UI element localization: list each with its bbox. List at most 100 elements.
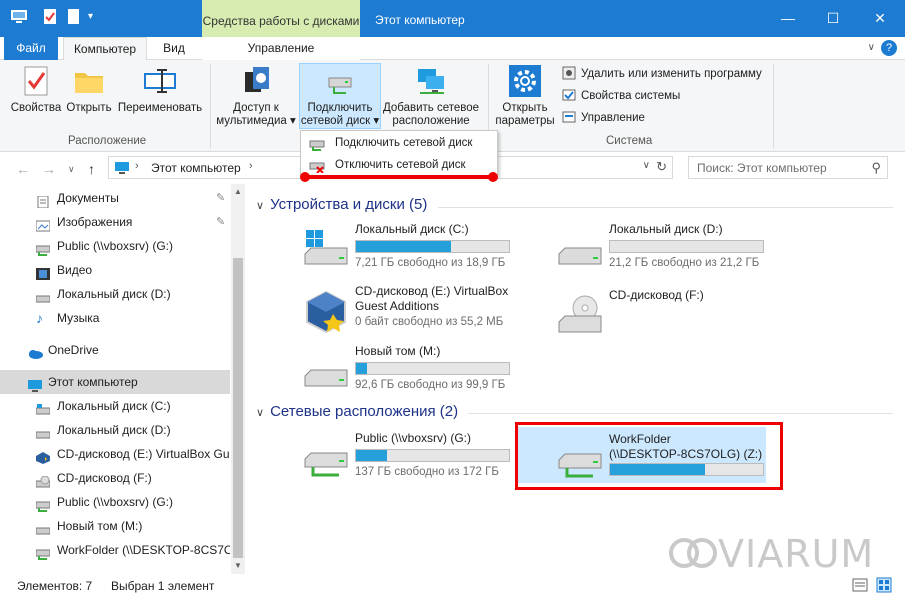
up-arrow-icon[interactable]: ↑ [88,161,95,177]
open-button[interactable]: Открыть [64,64,114,115]
network-drive-icon [309,137,325,151]
sidebar-item-cd-drive-f[interactable]: CD-дисковод (F:) [0,466,230,490]
address-dropdown-icon[interactable]: ∨ [643,160,650,171]
network-drive-icon [35,544,51,560]
capacity-bar [609,240,764,253]
sidebar-item-onedrive[interactable]: OneDrive [0,338,230,362]
drive-tile-f[interactable]: CD-дисковод (F:) [557,288,777,340]
pin-icon[interactable]: ✎ [216,210,225,234]
sidebar-item-documents[interactable]: Документы ✎ [0,186,230,210]
music-icon: ♪ [36,310,43,326]
new-folder-qa-icon[interactable] [66,8,86,28]
forward-arrow-icon[interactable]: → [42,161,56,177]
sidebar-item-local-disk-c[interactable]: Локальный диск (C:) [0,394,230,418]
group-system-label: Система [606,135,653,147]
properties-qa-icon[interactable] [42,8,62,28]
tiles-view-icon[interactable] [876,577,892,596]
capacity-bar [355,449,510,462]
ribbon-tabs: Файл Компьютер Вид Управление ∨ ? [0,37,905,61]
capacity-fill [356,241,451,252]
open-settings-button[interactable]: Открыть параметры [492,64,558,128]
tab-view[interactable]: Вид [148,37,200,60]
documents-icon [36,192,50,209]
menu-item-disconnect-drive[interactable]: Отключить сетевой диск [301,154,497,176]
scroll-down-icon[interactable]: ▼ [234,561,242,570]
rename-icon [143,64,177,98]
disconnect-drive-icon [309,159,325,174]
system-drive-icon [35,400,51,415]
close-button[interactable]: ✕ [857,0,903,37]
cd-drive-icon [35,472,51,488]
network-group-header[interactable]: ∨ Сетевые расположения (2) [256,403,458,420]
breadcrumb-separator-icon[interactable]: › [249,160,253,172]
sidebar-item-music[interactable]: ♪ Музыка [0,306,230,330]
sidebar-item-workfolder[interactable]: WorkFolder (\\DESKTOP-8CS7OL [0,538,230,562]
system-properties-button[interactable]: Свойства системы [562,87,680,105]
programs-icon [562,66,576,80]
collapse-ribbon-icon[interactable]: ∨ [868,42,875,53]
navpane-scrollbar[interactable]: ▲ ▼ [231,184,245,574]
details-view-icon[interactable] [852,577,868,596]
hard-drive-icon [35,288,51,303]
drive-tile-m[interactable]: Новый том (M:) 92,6 ГБ свободно из 99,9 … [303,344,523,396]
sidebar-item-new-volume-m[interactable]: Новый том (M:) [0,514,230,538]
pictures-icon [35,216,51,232]
status-bar: Элементов: 7 Выбран 1 элемент [0,574,905,600]
pin-icon[interactable]: ✎ [216,186,225,210]
menu-item-connect-drive[interactable]: Подключить сетевой диск [301,132,497,154]
folder-open-icon [72,64,106,98]
tab-computer[interactable]: Компьютер [63,37,147,61]
watermark-logo: VIARUM [668,532,874,576]
scrollbar-thumb[interactable] [233,258,243,558]
breadcrumb[interactable]: Этот компьютер [151,161,241,175]
drive-tile-e[interactable]: CD-дисковод (E:) VirtualBox Guest Additi… [303,284,523,340]
network-location-icon [414,64,448,98]
gear-icon [508,64,542,98]
uninstall-program-button[interactable]: Удалить или изменить программу [562,65,762,83]
minimize-button[interactable]: — [765,0,811,37]
network-tile-public[interactable]: Public (\\vboxsrv) (G:) 137 ГБ свободно … [303,431,523,483]
devices-group-header[interactable]: ∨ Устройства и диски (5) [256,196,427,213]
group-location-label: Расположение [68,135,147,147]
media-access-button[interactable]: Доступ к мультимедиа ▾ [214,64,298,128]
refresh-icon[interactable]: ↻ [656,159,667,175]
sidebar-item-local-disk-d[interactable]: Локальный диск (D:) [0,282,230,306]
hard-drive-icon [557,228,603,270]
search-input[interactable]: Поиск: Этот компьютер ⚲ [688,156,888,179]
scroll-up-icon[interactable]: ▲ [234,187,242,196]
sidebar-item-this-pc[interactable]: Этот компьютер [0,370,230,394]
help-icon[interactable]: ? [881,40,897,56]
cd-drive-icon [557,294,603,336]
map-network-drive-button[interactable]: Подключить сетевой диск ▾ [299,63,381,129]
breadcrumb-separator-icon[interactable]: › [135,160,139,172]
collapse-icon[interactable]: ∨ [256,200,264,212]
selected-count: Выбран 1 элемент [111,579,215,593]
sidebar-item-cd-drive-e[interactable]: CD-дисковод (E:) VirtualBox Gue [0,442,230,466]
sidebar-item-videos[interactable]: Видео [0,258,230,282]
network-drive-icon [303,437,349,479]
hard-drive-icon [35,424,51,439]
sidebar-item-public-share[interactable]: Public (\\vboxsrv) (G:) [0,234,230,258]
search-icon: ⚲ [871,160,881,175]
manage-button[interactable]: Управление [562,109,645,127]
properties-button[interactable]: Свойства [8,64,64,115]
back-arrow-icon[interactable]: ← [16,161,30,177]
drive-tile-c[interactable]: Локальный диск (C:) 7,21 ГБ свободно из … [303,222,523,274]
add-network-location-button[interactable]: Добавить сетевое расположение [382,64,480,128]
app-icon [10,8,30,28]
drive-tile-d[interactable]: Локальный диск (D:) 21,2 ГБ свободно из … [557,222,777,274]
tab-file[interactable]: Файл [4,37,58,60]
recent-locations-icon[interactable]: ∨ [68,164,75,175]
tab-manage[interactable]: Управление [202,37,360,60]
sidebar-item-pictures[interactable]: Изображения ✎ [0,210,230,234]
rename-button[interactable]: Переименовать [114,64,206,115]
map-drive-dropdown: Подключить сетевой диск Отключить сетево… [300,130,498,176]
computer-icon [27,376,42,392]
sidebar-item-local-disk-d[interactable]: Локальный диск (D:) [0,418,230,442]
collapse-icon[interactable]: ∨ [256,407,264,419]
customize-qa-icon[interactable]: ▾ [88,8,108,28]
search-placeholder: Поиск: Этот компьютер [697,161,827,175]
ribbon-separator [210,64,211,148]
sidebar-item-public-share[interactable]: Public (\\vboxsrv) (G:) [0,490,230,514]
maximize-button[interactable]: ☐ [810,0,856,37]
